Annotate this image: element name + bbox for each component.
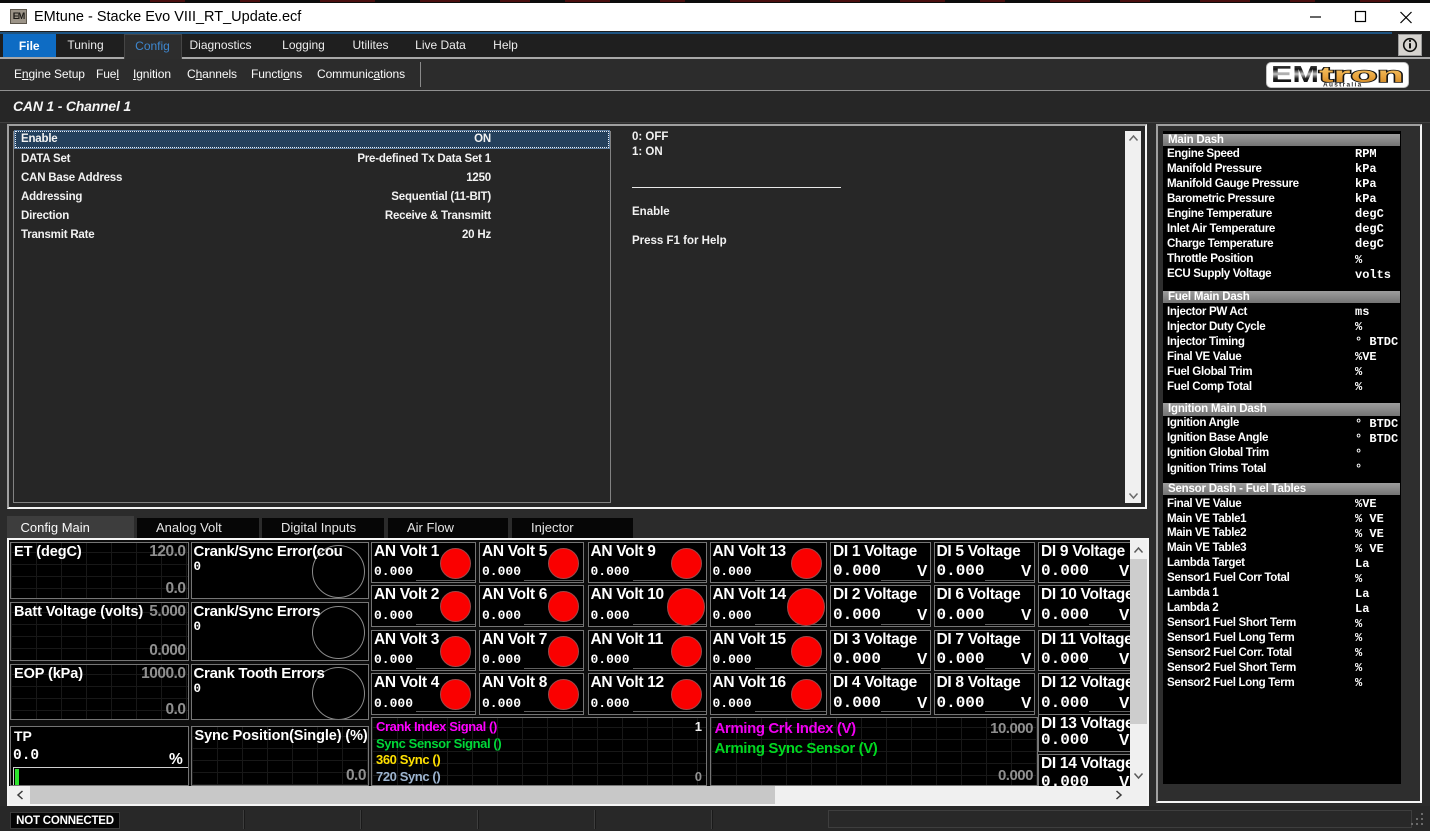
svg-text:EM: EM [1271, 62, 1319, 87]
svg-text:Australia: Australia [1323, 81, 1363, 88]
